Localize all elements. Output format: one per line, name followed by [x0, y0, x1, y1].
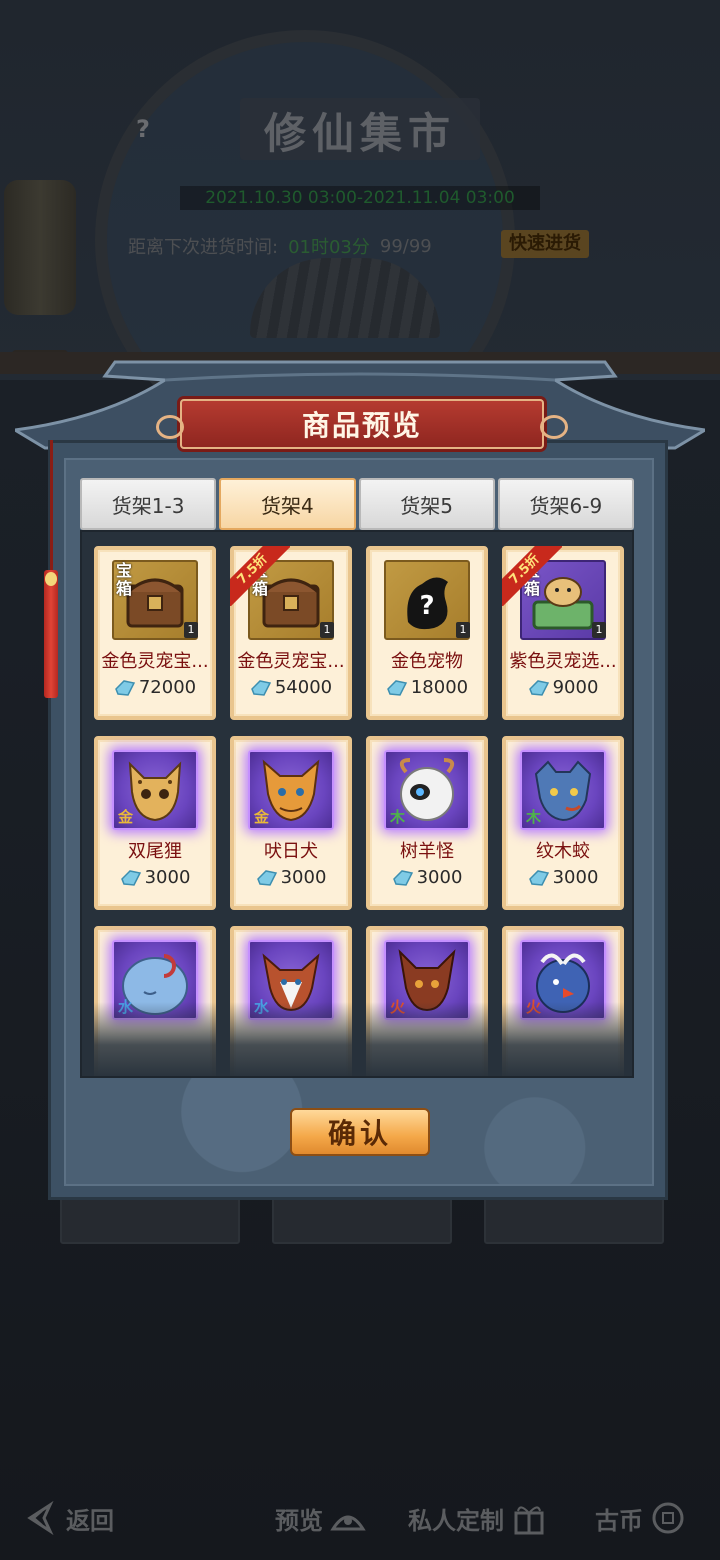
jade-currency-icon	[256, 869, 277, 886]
price-value: 3000	[416, 867, 463, 888]
coins-label: 古币	[595, 1505, 643, 1535]
item-name: 紫色灵宠选...	[509, 651, 617, 672]
item-card[interactable]: 金 吠日犬 3000	[230, 736, 352, 910]
gift-icon	[514, 1506, 544, 1535]
restock-label: 距离下次进货时间:	[128, 237, 279, 258]
item-card[interactable]: 宝箱 1 金色灵宠宝... 72000	[94, 546, 216, 720]
help-button[interactable]: ?	[127, 113, 159, 145]
item-card[interactable]: 宝箱 7.5折 1 金色灵宠宝... 54000	[230, 546, 352, 720]
element-badge: 木	[526, 808, 542, 826]
item-card[interactable]: ? 1 金色宠物 18000	[366, 546, 488, 720]
jade-currency-icon	[250, 679, 271, 696]
preview-label: 预览	[275, 1505, 323, 1535]
fast-restock-button[interactable]: 快速进货	[501, 230, 589, 258]
market-title: 修仙集市	[263, 109, 456, 158]
price-value: 3000	[280, 867, 327, 888]
price-value: 3000	[144, 867, 191, 888]
tab-shelf-1-3[interactable]: 货架1-3	[80, 478, 217, 530]
discount-label: 7.5折	[502, 546, 562, 606]
item-name: 纹木蛟	[536, 841, 590, 862]
item-name: 双尾狸	[128, 841, 182, 862]
restock-timer: 01时03分	[288, 237, 370, 258]
item-quantity: 1	[592, 622, 606, 638]
event-date-range: 2021.10.30 03:00-2021.11.04 03:00	[180, 186, 540, 210]
item-price: 9000	[506, 677, 620, 698]
item-price: 72000	[98, 677, 212, 698]
item-card[interactable]: 金 双尾狸 3000	[94, 736, 216, 910]
restock-info: 距离下次进货时间: 01时03分 99/99	[128, 233, 432, 259]
custom-label: 私人定制	[408, 1505, 504, 1535]
back-label: 返回	[66, 1505, 114, 1535]
jade-currency-icon	[114, 679, 135, 696]
restock-count: 99/99	[379, 235, 432, 257]
item-card[interactable]: 宝箱 7.5折 1 紫色灵宠选... 9000	[502, 546, 624, 720]
item-name: 金色灵宠宝...	[237, 651, 345, 672]
item-name: 金色宠物	[391, 651, 463, 672]
discount-ribbon: 7.5折	[502, 546, 562, 606]
bottom-nav: 返回 预览 私人定制 古币	[0, 1490, 720, 1546]
jade-currency-icon	[528, 869, 549, 886]
discount-ribbon: 7.5折	[230, 546, 290, 606]
item-name: 树羊怪	[400, 841, 454, 862]
item-card[interactable]: 木 树羊怪 3000	[366, 736, 488, 910]
element-badge: 火	[526, 998, 542, 1016]
tassel-knot	[45, 572, 57, 586]
item-name: 金色灵宠宝...	[101, 651, 209, 672]
dialog-title: 商品预览	[156, 399, 568, 449]
element-badge: 金	[254, 808, 270, 826]
lantern-decoration	[4, 180, 76, 315]
price-value: 72000	[138, 677, 197, 698]
element-badge: 木	[390, 808, 406, 826]
price-value: 3000	[552, 867, 599, 888]
item-name: 吠日犬	[264, 841, 318, 862]
item-grid[interactable]: 宝箱 1 金色灵宠宝... 72000 宝箱 7.5折 1 金色灵宠宝... 5…	[80, 530, 634, 1078]
item-card[interactable]: 木 纹木蛟 3000	[502, 736, 624, 910]
preview-button[interactable]: 预览	[275, 1490, 367, 1546]
svg-text:?: ?	[419, 591, 434, 621]
item-quantity: 1	[320, 622, 334, 638]
shelf-tabs: 货架1-3 货架4 货架5 货架6-9	[80, 478, 634, 530]
item-card[interactable]: 水	[230, 926, 352, 1076]
item-quantity: 1	[456, 622, 470, 638]
confirm-button[interactable]: 确认	[290, 1108, 430, 1156]
item-card[interactable]: 火	[366, 926, 488, 1076]
coin-icon	[652, 1502, 684, 1534]
jade-currency-icon	[120, 869, 141, 886]
tab-shelf-5[interactable]: 货架5	[358, 478, 495, 530]
discount-label: 7.5折	[230, 546, 290, 606]
custom-button[interactable]: 私人定制	[408, 1490, 548, 1546]
price-value: 18000	[410, 677, 469, 698]
tab-shelf-4[interactable]: 货架4	[219, 478, 356, 530]
chest-tag: 宝箱	[116, 561, 133, 598]
item-quantity: 1	[184, 622, 198, 638]
tab-shelf-6-9[interactable]: 货架6-9	[497, 478, 634, 530]
item-price: 18000	[370, 677, 484, 698]
item-card[interactable]: 水	[94, 926, 216, 1076]
element-badge: 水	[254, 998, 270, 1016]
item-price: 3000	[506, 867, 620, 888]
item-price: 3000	[234, 867, 348, 888]
tassel-string	[50, 440, 53, 572]
price-value: 54000	[274, 677, 333, 698]
back-arrow-icon	[27, 1500, 54, 1536]
preview-icon	[330, 1515, 366, 1531]
item-price: 54000	[234, 677, 348, 698]
item-card[interactable]: 火	[502, 926, 624, 1076]
item-price: 3000	[98, 867, 212, 888]
jade-currency-icon	[386, 679, 407, 696]
coins-button[interactable]: 古币	[595, 1490, 687, 1546]
element-badge: 金	[118, 808, 134, 826]
tassel-decoration	[44, 570, 58, 698]
element-badge: 火	[390, 998, 406, 1016]
jade-currency-icon	[528, 679, 549, 696]
element-badge: 水	[118, 998, 134, 1016]
price-value: 9000	[552, 677, 599, 698]
item-price: 3000	[370, 867, 484, 888]
jade-currency-icon	[392, 869, 413, 886]
back-button[interactable]: 返回	[22, 1490, 114, 1546]
